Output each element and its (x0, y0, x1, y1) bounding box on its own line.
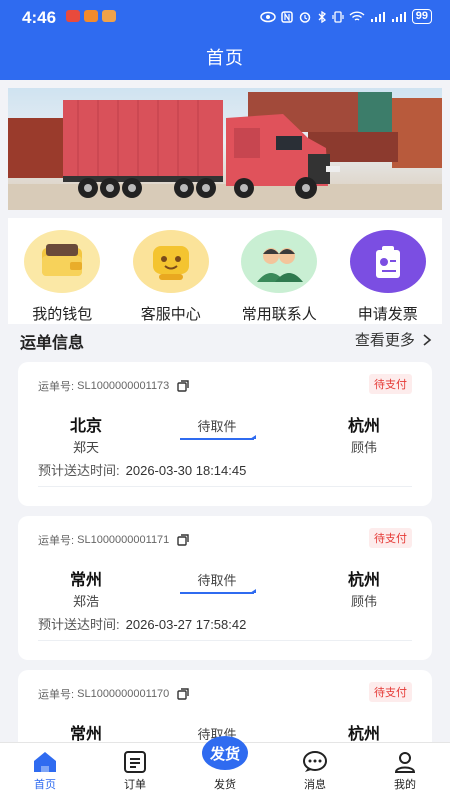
order-number-label: 运单号: (38, 689, 75, 701)
section-title: 运单信息 (20, 335, 85, 352)
divider (38, 640, 412, 641)
destination-city: 杭州 (347, 726, 380, 743)
route-arrow (180, 435, 256, 440)
sender-name: 郑浩 (72, 594, 99, 609)
signal-icon (370, 11, 385, 22)
system-icons: 99 (260, 9, 432, 24)
invoice-icon (349, 230, 426, 293)
eta-value: 2026-03-27 17:58:42 (125, 617, 247, 632)
eta-row: 预计送达时间: 2026-03-27 17:58:42 (38, 614, 246, 633)
status-badge: 待支付 (369, 682, 412, 702)
banner-image[interactable] (8, 88, 442, 210)
message-icon (303, 751, 327, 772)
destination: 杭州 顾伟 (340, 566, 388, 610)
eta-row: 预计送达时间: 2026-03-30 18:14:45 (38, 460, 246, 479)
origin-city: 北京 (69, 418, 102, 435)
nfc-icon (281, 10, 293, 23)
wallet-icon (24, 230, 101, 293)
copy-icon[interactable] (177, 534, 189, 546)
quick-invoice[interactable]: 申请发票 (338, 218, 438, 324)
view-more-link[interactable]: 查看更多 (355, 329, 432, 350)
order-number-label: 运单号: (38, 535, 75, 547)
destination: 杭州 顾伟 (340, 412, 388, 456)
battery-level: 99 (411, 9, 432, 24)
origin-city: 常州 (69, 726, 102, 743)
page-title: 首页 (206, 48, 244, 68)
origin: 常州 (62, 720, 110, 744)
notification-icons (66, 10, 116, 22)
order-card[interactable]: 运单号: SL1000000001171 待支付 常州 郑浩 待取件 杭州 顾伟… (18, 516, 432, 660)
quick-invoice-label: 申请发票 (357, 306, 418, 323)
origin-city: 常州 (69, 572, 102, 589)
home-icon (34, 752, 56, 772)
divider (38, 486, 412, 487)
user-icon (394, 752, 416, 773)
quick-wallet[interactable]: 我的钱包 (12, 218, 112, 324)
app-notification-icon (84, 10, 98, 22)
nav-mine[interactable]: 我的 (360, 743, 450, 800)
eta-label: 预计送达时间: (38, 463, 120, 478)
origin: 北京 郑天 (62, 412, 110, 456)
quick-wallet-label: 我的钱包 (32, 306, 93, 323)
route-arrow (180, 589, 256, 594)
app-notification-icon (66, 10, 80, 22)
shipment-status: 待取件 (197, 573, 237, 588)
quick-customer-service[interactable]: 客服中心 (121, 218, 221, 324)
truck-banner-illustration (8, 92, 442, 210)
order-card[interactable]: 运单号: SL1000000001173 待支付 北京 郑天 待取件 杭州 顾伟… (18, 362, 432, 506)
signal-icon (391, 11, 406, 22)
nav-orders-label: 订单 (124, 779, 146, 791)
nav-ship-label: 发货 (214, 779, 236, 791)
order-number: SL1000000001170 (77, 688, 170, 700)
eta-value: 2026-03-30 18:14:45 (125, 463, 247, 478)
quick-actions: 我的钱包 客服中心 常用联系人 申请发票 (8, 218, 442, 324)
order-number-row: 运单号: SL1000000001170 (38, 686, 189, 702)
status-time: 4:46 (22, 8, 57, 27)
order-number-row: 运单号: SL1000000001171 (38, 532, 189, 548)
quick-contacts[interactable]: 常用联系人 (229, 218, 329, 324)
nav-home-label: 首页 (34, 779, 56, 791)
destination: 杭州 (340, 720, 388, 744)
order-number: SL1000000001173 (77, 380, 170, 392)
destination-city: 杭州 (347, 572, 380, 589)
ship-fab-button[interactable]: 发货 (202, 736, 248, 770)
origin: 常州 郑浩 (62, 566, 110, 610)
destination-city: 杭州 (347, 418, 380, 435)
contacts-icon (241, 230, 318, 293)
order-number-label: 运单号: (38, 381, 75, 393)
orders-icon (124, 751, 146, 773)
nav-mine-label: 我的 (394, 779, 416, 791)
status-badge: 待支付 (369, 374, 412, 394)
receiver-name: 顾伟 (350, 440, 377, 455)
wifi-icon (349, 10, 365, 21)
eta-label: 预计送达时间: (38, 617, 120, 632)
eye-icon (260, 11, 276, 22)
nav-messages[interactable]: 消息 (270, 743, 360, 800)
status-bar: 4:46 99 (0, 0, 450, 36)
status-badge: 待支付 (369, 528, 412, 548)
quick-contacts-label: 常用联系人 (241, 306, 317, 323)
nav-messages-label: 消息 (304, 779, 326, 791)
sender-name: 郑天 (72, 440, 99, 455)
copy-icon[interactable] (177, 380, 189, 392)
receiver-name: 顾伟 (350, 594, 377, 609)
nav-orders[interactable]: 订单 (90, 743, 180, 800)
copy-icon[interactable] (177, 688, 189, 700)
chevron-right-icon (423, 334, 432, 346)
order-number-row: 运单号: SL1000000001173 (38, 378, 189, 394)
alarm-icon (299, 11, 310, 23)
order-number: SL1000000001171 (77, 534, 170, 546)
view-more-label: 查看更多 (354, 332, 415, 349)
app-notification-icon (102, 10, 116, 22)
vibrate-icon (332, 10, 344, 23)
nav-home[interactable]: 首页 (0, 743, 90, 800)
shipment-status: 待取件 (197, 419, 237, 434)
app-header: 4:46 99 首页 (0, 0, 450, 80)
bluetooth-icon (318, 10, 326, 23)
customer-service-icon (132, 230, 209, 293)
quick-customer-service-label: 客服中心 (140, 306, 201, 323)
